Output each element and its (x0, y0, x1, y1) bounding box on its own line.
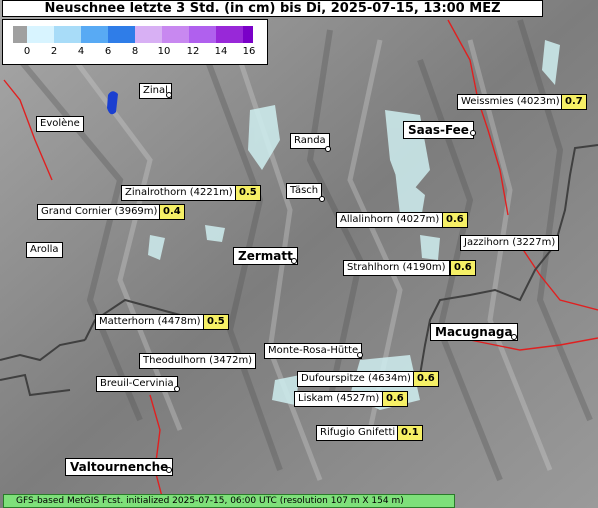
place-label-zermatt: Zermatt (233, 247, 298, 265)
model-info-footer: GFS-based MetGIS Fcst. initialized 2025-… (3, 494, 455, 508)
peak-label-zinalrothorn: Zinalrothorn (4221m) (121, 185, 237, 201)
legend-swatch (162, 26, 189, 43)
place-label-macugnaga: Macugnaga (430, 323, 518, 341)
legend-tick: 12 (186, 46, 200, 57)
legend-tick: 8 (131, 46, 139, 57)
legend-swatch (27, 26, 54, 43)
peak-value-dufourspitze: 0.6 (413, 371, 439, 387)
peak-label-strahlhorn: Strahlhorn (4190m) (343, 260, 450, 276)
legend-swatch (54, 26, 81, 43)
peak-label-rifugio-gnifetti: Rifugio Gnifetti (316, 425, 400, 441)
peak-label-weissmies: Weissmies (4023m) (457, 94, 564, 110)
peak-label-grand-cornier: Grand Cornier (3969m) (37, 204, 162, 220)
peak-value-rifugio-gnifetti: 0.1 (397, 425, 423, 441)
place-marker (470, 130, 476, 136)
place-marker (325, 146, 331, 152)
legend-swatch (243, 26, 253, 43)
place-label-randa: Randa (290, 133, 330, 149)
place-label-tasch: Täsch (286, 183, 323, 199)
terrain-relief (0, 0, 598, 508)
legend-tick: 2 (50, 46, 58, 57)
legend-swatch (135, 26, 162, 43)
peak-value-allalinhorn: 0.6 (442, 212, 468, 228)
place-marker (174, 386, 180, 392)
place-marker (166, 467, 172, 473)
peak-value-matterhorn: 0.5 (203, 314, 229, 330)
legend-swatch (216, 26, 243, 43)
place-marker (319, 196, 325, 202)
legend-tick: 14 (214, 46, 228, 57)
peak-value-liskam: 0.6 (382, 391, 408, 407)
place-marker (166, 92, 172, 98)
peak-value-weissmies: 0.7 (561, 94, 587, 110)
peak-value-strahlhorn: 0.6 (450, 260, 476, 276)
place-marker (511, 334, 517, 340)
place-label-monte-rosa-huette: Monte-Rosa-Hütte (264, 343, 363, 359)
place-label-jazzihorn: Jazzihorn (3227m) (460, 235, 560, 251)
legend-swatch (108, 26, 135, 43)
place-label-arolla: Arolla (26, 242, 63, 258)
snow-map: Neuschnee letzte 3 Std. (in cm) bis Di, … (0, 0, 598, 508)
place-label-saas-fee: Saas-Fee (403, 121, 474, 139)
peak-label-dufourspitze: Dufourspitze (4634m) (297, 371, 415, 387)
legend-swatch (81, 26, 108, 43)
place-label-valtournenche: Valtournenche (65, 458, 174, 476)
place-label-evolene: Evolène (36, 116, 84, 132)
place-marker (291, 258, 297, 264)
legend-tick: 10 (157, 46, 171, 57)
legend-color-bar (13, 26, 253, 43)
peak-value-grand-cornier: 0.4 (159, 204, 185, 220)
legend-ticks: 0 2 4 6 8 10 12 14 16 (3, 46, 269, 62)
legend-tick: 0 (23, 46, 31, 57)
peak-label-liskam: Liskam (4527m) (294, 391, 384, 407)
peak-value-zinalrothorn: 0.5 (235, 185, 261, 201)
legend-tick: 6 (104, 46, 112, 57)
legend-swatch (13, 26, 27, 43)
legend-tick: 16 (242, 46, 256, 57)
peak-label-allalinhorn: Allalinhorn (4027m) (336, 212, 444, 228)
place-label-breuil-cervinia: Breuil-Cervinia (96, 376, 178, 392)
legend-swatch (189, 26, 216, 43)
peak-label-matterhorn: Matterhorn (4478m) (95, 314, 205, 330)
legend: 0 2 4 6 8 10 12 14 16 (2, 19, 268, 65)
place-marker (357, 352, 363, 358)
map-title: Neuschnee letzte 3 Std. (in cm) bis Di, … (2, 0, 543, 17)
place-label-theodulhorn: Theodulhorn (3472m) (139, 353, 257, 369)
legend-tick: 4 (77, 46, 85, 57)
